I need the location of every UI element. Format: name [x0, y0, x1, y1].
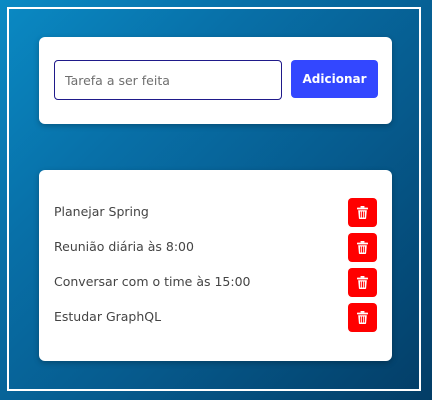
- add-task-card: Adicionar: [39, 37, 392, 124]
- list-item: Planejar Spring: [39, 197, 392, 232]
- list-item: Conversar com o time às 15:00: [39, 267, 392, 302]
- task-label: Estudar GraphQL: [54, 309, 162, 324]
- task-label: Planejar Spring: [54, 204, 149, 219]
- list-item: Reunião diária às 8:00: [39, 232, 392, 267]
- trash-icon: [357, 276, 368, 289]
- delete-button[interactable]: [348, 303, 377, 332]
- trash-icon: [357, 311, 368, 324]
- add-button[interactable]: Adicionar: [291, 60, 378, 98]
- task-label: Reunião diária às 8:00: [54, 239, 194, 254]
- task-list-card: Planejar Spring Reunião diária às 8:00 C…: [39, 170, 392, 361]
- trash-icon: [357, 241, 368, 254]
- task-input[interactable]: [54, 60, 282, 100]
- delete-button[interactable]: [348, 268, 377, 297]
- task-list: Planejar Spring Reunião diária às 8:00 C…: [39, 197, 392, 337]
- trash-icon: [357, 206, 368, 219]
- task-label: Conversar com o time às 15:00: [54, 274, 251, 289]
- list-item: Estudar GraphQL: [39, 302, 392, 337]
- delete-button[interactable]: [348, 233, 377, 262]
- delete-button[interactable]: [348, 198, 377, 227]
